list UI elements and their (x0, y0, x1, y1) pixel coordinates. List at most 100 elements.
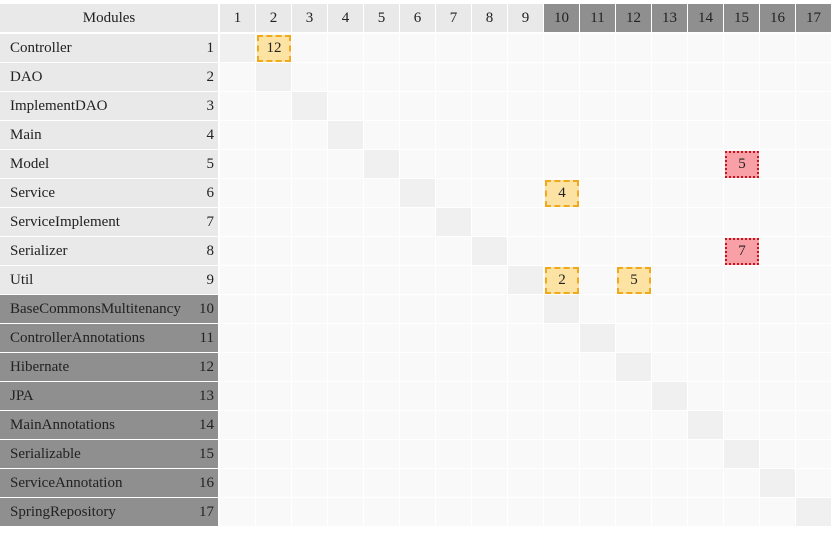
matrix-cell (544, 150, 580, 179)
diagonal-cell (472, 237, 508, 266)
column-header-15[interactable]: 15 (724, 4, 759, 32)
matrix-cell (256, 92, 292, 121)
matrix-cell (616, 121, 652, 150)
matrix-cell (760, 150, 796, 179)
matrix-cell (796, 34, 832, 63)
diagonal-cell (652, 382, 688, 411)
matrix-cell (400, 469, 436, 498)
module-index: 14 (199, 416, 214, 433)
row-header-4[interactable]: Main 4 (0, 121, 218, 149)
dependency-cell-r6-c10[interactable]: 4 (545, 180, 579, 207)
column-header-16[interactable]: 16 (760, 4, 795, 32)
matrix-cell (688, 121, 724, 150)
column-header-9[interactable]: 9 (508, 4, 543, 32)
matrix-cell (580, 34, 616, 63)
matrix-cell (400, 440, 436, 469)
module-name: Main (10, 126, 42, 143)
row-header-8[interactable]: Serializer 8 (0, 237, 218, 265)
column-header-14[interactable]: 14 (688, 4, 723, 32)
matrix-cell (256, 324, 292, 353)
row-header-16[interactable]: ServiceAnnotation 16 (0, 469, 218, 497)
row-header-7[interactable]: ServiceImplement 7 (0, 208, 218, 236)
matrix-cell (616, 34, 652, 63)
row-header-1[interactable]: Controller 1 (0, 34, 218, 62)
dependency-cell-r5-c15[interactable]: 5 (725, 151, 759, 178)
column-header-5[interactable]: 5 (364, 4, 399, 32)
matrix-cell (544, 382, 580, 411)
matrix-cell (580, 63, 616, 92)
matrix-cell (760, 324, 796, 353)
column-header-1[interactable]: 1 (220, 4, 255, 32)
matrix-cell (256, 179, 292, 208)
row-header-5[interactable]: Model 5 (0, 150, 218, 178)
row-header-13[interactable]: JPA 13 (0, 382, 218, 410)
matrix-cell (760, 266, 796, 295)
matrix-cell (796, 150, 832, 179)
matrix-cell (256, 353, 292, 382)
row-header-6[interactable]: Service 6 (0, 179, 218, 207)
module-index: 10 (199, 300, 214, 317)
matrix-cell (616, 237, 652, 266)
column-header-12[interactable]: 12 (616, 4, 651, 32)
column-header-11[interactable]: 11 (580, 4, 615, 32)
matrix-cell (508, 411, 544, 440)
matrix-cell (508, 121, 544, 150)
matrix-cell (400, 150, 436, 179)
matrix-cell (760, 440, 796, 469)
matrix-cell (796, 92, 832, 121)
matrix-cell (580, 382, 616, 411)
column-header-2[interactable]: 2 (256, 4, 291, 32)
matrix-cell (580, 237, 616, 266)
row-header-3[interactable]: ImplementDAO 3 (0, 92, 218, 120)
matrix-cell (616, 411, 652, 440)
column-header-10[interactable]: 10 (544, 4, 579, 32)
matrix-cell (472, 324, 508, 353)
row-header-9[interactable]: Util 9 (0, 266, 218, 294)
matrix-cell (292, 498, 328, 527)
row-header-12[interactable]: Hibernate 12 (0, 353, 218, 381)
matrix-cell (652, 121, 688, 150)
matrix-cell (220, 150, 256, 179)
matrix-cell (472, 150, 508, 179)
row-header-2[interactable]: DAO 2 (0, 63, 218, 91)
dependency-cell-r1-c2[interactable]: 12 (257, 35, 291, 62)
column-header-13[interactable]: 13 (652, 4, 687, 32)
matrix-cell (724, 92, 760, 121)
matrix-cell (364, 382, 400, 411)
matrix-cell (652, 266, 688, 295)
column-header-3[interactable]: 3 (292, 4, 327, 32)
matrix-cell (472, 208, 508, 237)
matrix-cell (724, 411, 760, 440)
matrix-cell (364, 34, 400, 63)
column-header-6[interactable]: 6 (400, 4, 435, 32)
dependency-cell-r9-c12[interactable]: 5 (617, 267, 651, 294)
matrix-cell (220, 440, 256, 469)
column-header-8[interactable]: 8 (472, 4, 507, 32)
module-index: 12 (199, 358, 214, 375)
matrix-cell (292, 266, 328, 295)
row-header-15[interactable]: Serializable 15 (0, 440, 218, 468)
matrix-cell (580, 295, 616, 324)
module-name: Model (10, 155, 50, 172)
row-header-14[interactable]: MainAnnotations 14 (0, 411, 218, 439)
matrix-cell (688, 266, 724, 295)
matrix-cell (436, 121, 472, 150)
column-header-4[interactable]: 4 (328, 4, 363, 32)
diagonal-cell (508, 266, 544, 295)
matrix-cell (364, 179, 400, 208)
matrix-cell (364, 411, 400, 440)
column-header-17[interactable]: 17 (796, 4, 831, 32)
dependency-cell-r8-c15[interactable]: 7 (725, 238, 759, 265)
matrix-cell (364, 498, 400, 527)
dependency-cell-r9-c10[interactable]: 2 (545, 267, 579, 294)
column-header-7[interactable]: 7 (436, 4, 471, 32)
diagonal-cell (724, 440, 760, 469)
matrix-cell (256, 295, 292, 324)
matrix-cell (364, 440, 400, 469)
row-header-10[interactable]: BaseCommonsMultitenancy 10 (0, 295, 218, 323)
matrix-cell (292, 34, 328, 63)
row-header-17[interactable]: SpringRepository 17 (0, 498, 218, 526)
module-index: 11 (199, 329, 214, 346)
matrix-cell (220, 295, 256, 324)
row-header-11[interactable]: ControllerAnnotations 11 (0, 324, 218, 352)
